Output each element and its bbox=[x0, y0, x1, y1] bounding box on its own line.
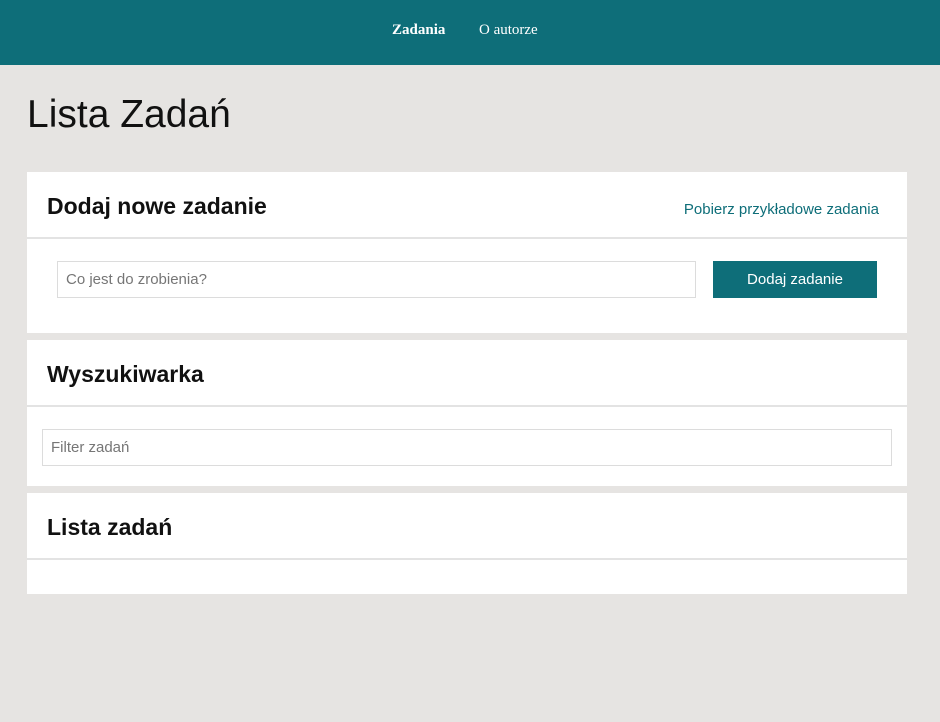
new-task-input[interactable] bbox=[57, 261, 696, 298]
page-title: Lista Zadań bbox=[27, 93, 231, 136]
add-task-button[interactable]: Dodaj zadanie bbox=[713, 261, 877, 298]
task-list-title: Lista zadań bbox=[47, 514, 173, 540]
search-card: Wyszukiwarka bbox=[27, 340, 907, 486]
top-navbar: Zadania O autorze bbox=[0, 0, 940, 65]
task-list-card-header: Lista zadań bbox=[27, 493, 907, 560]
nav-tasks-link[interactable]: Zadania bbox=[392, 22, 445, 39]
add-task-card-header: Dodaj nowe zadanie Pobierz przykładowe z… bbox=[27, 172, 907, 239]
nav-about-link[interactable]: O autorze bbox=[479, 22, 538, 39]
task-filter-input[interactable] bbox=[42, 429, 892, 466]
search-card-header: Wyszukiwarka bbox=[27, 340, 907, 407]
search-title: Wyszukiwarka bbox=[47, 361, 204, 387]
task-list-card: Lista zadań bbox=[27, 493, 907, 594]
fetch-sample-tasks-link[interactable]: Pobierz przykładowe zadania bbox=[684, 201, 879, 218]
add-task-card: Dodaj nowe zadanie Pobierz przykładowe z… bbox=[27, 172, 907, 333]
add-task-title: Dodaj nowe zadanie bbox=[47, 193, 267, 219]
